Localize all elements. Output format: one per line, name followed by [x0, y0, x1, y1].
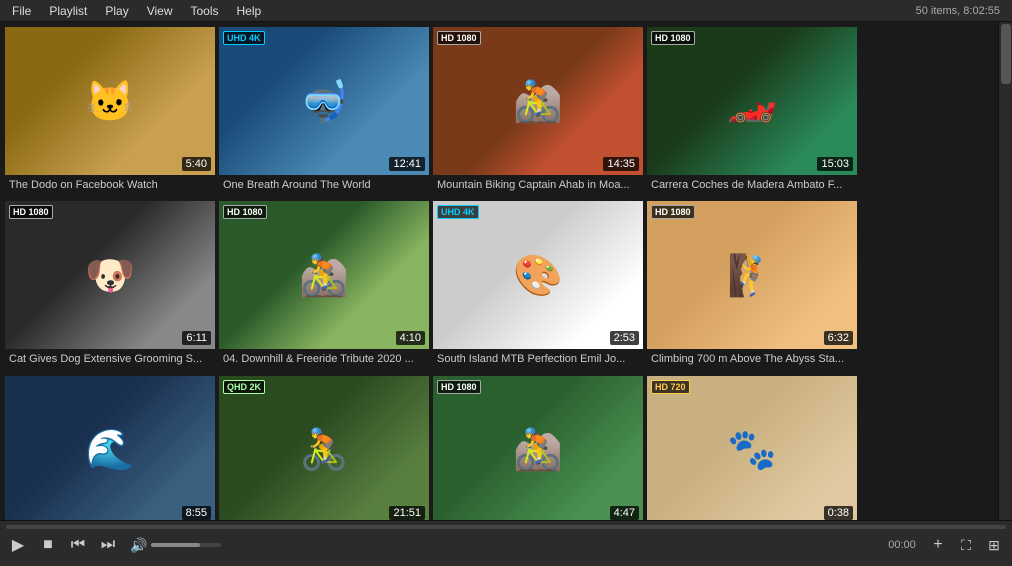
- thumb-container-8: 🌊8:55: [5, 376, 215, 520]
- menubar: File Playlist Play View Tools Help 50 it…: [0, 0, 1012, 22]
- quality-badge-1: UHD 4K: [223, 31, 265, 45]
- thumb-container-2: 🚵HD 1080 14:35: [433, 27, 643, 175]
- video-item-10[interactable]: 🚵HD 10804:4703. Downhill & Freeride Trib…: [432, 375, 642, 520]
- thumb-container-1: 🤿UHD 4K 12:41: [219, 27, 429, 175]
- duration-badge-9: 21:51: [389, 506, 425, 520]
- video-item-7[interactable]: 🧗HD 1080 6:32 Climbing 700 m Above The Aby…: [646, 200, 856, 370]
- duration-badge-3: 15:03: [817, 157, 853, 171]
- volume-fill: [151, 543, 200, 547]
- duration-badge-7: 6:32: [824, 331, 853, 345]
- thumb-bg-10: 🚵: [433, 376, 643, 520]
- next-button[interactable]: ⏭: [96, 533, 120, 557]
- video-item-2[interactable]: 🚵HD 1080 14:35 Mountain Biking Captain Aha…: [432, 26, 642, 196]
- menu-file[interactable]: File: [4, 2, 39, 20]
- thumb-container-10: 🚵HD 1080 4:47: [433, 376, 643, 520]
- menu-view[interactable]: View: [139, 2, 181, 20]
- quality-badge-3: HD 1080: [651, 31, 695, 45]
- progress-bar[interactable]: [6, 525, 1006, 529]
- quality-badge-11: HD 720: [651, 380, 690, 394]
- play-button[interactable]: ▶: [6, 533, 30, 557]
- thumb-bg-0: 🐱: [5, 27, 215, 175]
- fullscreen-button[interactable]: ⛶: [954, 533, 978, 557]
- quality-badge-2: HD 1080: [437, 31, 481, 45]
- playlist-area[interactable]: 🐱5:40The Dodo on Facebook Watch🤿UHD 4K12…: [0, 22, 998, 520]
- quality-badge-10: HD 1080: [437, 380, 481, 394]
- video-item-1[interactable]: 🤿UHD 4K 12:41 One Breath Around The World: [218, 26, 428, 196]
- video-title-2: Mountain Biking Captain Ahab in Moa...: [433, 175, 641, 195]
- video-item-4[interactable]: 🐶HD 1080 6:11 Cat Gives Dog Extensive Groo…: [4, 200, 214, 370]
- thumb-bg-9: 🚴: [219, 376, 429, 520]
- thumb-container-7: 🧗HD 1080 6:32: [647, 201, 857, 349]
- video-item-6[interactable]: 🎨UHD 4K 2:53 South Island MTB Perfection E…: [432, 200, 642, 370]
- thumb-container-6: 🎨UHD 4K 2:53: [433, 201, 643, 349]
- quality-badge-6: UHD 4K: [437, 205, 479, 219]
- duration-badge-1: 12:41: [389, 157, 425, 171]
- thumb-container-4: 🐶HD 1080 6:11: [5, 201, 215, 349]
- quality-badge-9: QHD 2K: [223, 380, 265, 394]
- video-item-3[interactable]: 🏎️HD 1080 15:03 Carrera Coches de Madera A…: [646, 26, 856, 196]
- duration-badge-2: 14:35: [603, 157, 639, 171]
- menu-items: File Playlist Play View Tools Help: [4, 2, 269, 20]
- quality-badge-7: HD 1080: [651, 205, 695, 219]
- main-area: 🐱5:40The Dodo on Facebook Watch🤿UHD 4K12…: [0, 22, 1012, 520]
- thumb-bg-4: 🐶: [5, 201, 215, 349]
- thumb-bg-3: 🏎️: [647, 27, 857, 175]
- progress-row: [6, 525, 1006, 529]
- thumb-container-5: 🚵HD 1080 4:10: [219, 201, 429, 349]
- thumb-container-3: 🏎️HD 1080 15:03: [647, 27, 857, 175]
- quality-badge-4: HD 1080: [9, 205, 53, 219]
- thumb-container-9: 🚴QHD 2K 21:51: [219, 376, 429, 520]
- stop-button[interactable]: ■: [36, 533, 60, 557]
- duration-badge-10: 4:47: [610, 506, 639, 520]
- scrollbar[interactable]: [998, 22, 1012, 520]
- video-title-0: The Dodo on Facebook Watch: [5, 175, 213, 195]
- scroll-thumb[interactable]: [1001, 24, 1011, 84]
- duration-badge-11: 0:38: [824, 506, 853, 520]
- controls: ▶ ■ ⏮ ⏭ 🔊 00:00 + ⛶ ⊞: [0, 520, 1012, 566]
- video-title-3: Carrera Coches de Madera Ambato F...: [647, 175, 855, 195]
- thumb-container-11: 🐾HD 720 0:38: [647, 376, 857, 520]
- menu-tools[interactable]: Tools: [183, 2, 227, 20]
- menu-playlist[interactable]: Playlist: [41, 2, 95, 20]
- prev-button[interactable]: ⏮: [66, 533, 90, 557]
- thumb-bg-5: 🚵: [219, 201, 429, 349]
- video-title-1: One Breath Around The World: [219, 175, 427, 195]
- duration-badge-6: 2:53: [610, 331, 639, 345]
- video-item-8[interactable]: 🌊8:5520 m Waves- biggest STORM in the ..…: [4, 375, 214, 520]
- duration-badge-8: 8:55: [182, 506, 211, 520]
- thumb-bg-6: 🎨: [433, 201, 643, 349]
- item-count: 50 items, 8:02:55: [916, 5, 1008, 17]
- thumb-bg-11: 🐾: [647, 376, 857, 520]
- duration-badge-4: 6:11: [182, 331, 211, 345]
- video-title-4: Cat Gives Dog Extensive Grooming S...: [5, 349, 213, 369]
- thumb-bg-2: 🚵: [433, 27, 643, 175]
- buttons-row: ▶ ■ ⏮ ⏭ 🔊 00:00 + ⛶ ⊞: [6, 533, 1006, 557]
- thumb-container-0: 🐱5:40: [5, 27, 215, 175]
- video-title-7: Climbing 700 m Above The Abyss Sta...: [647, 349, 855, 369]
- thumb-bg-8: 🌊: [5, 376, 215, 520]
- video-item-5[interactable]: 🚵HD 1080 4:10 04. Downhill & Freeride Trib…: [218, 200, 428, 370]
- volume-area: 🔊: [130, 537, 221, 554]
- menu-play[interactable]: Play: [97, 2, 136, 20]
- video-item-0[interactable]: 🐱5:40The Dodo on Facebook Watch: [4, 26, 214, 196]
- duration-badge-5: 4:10: [396, 331, 425, 345]
- quality-badge-5: HD 1080: [223, 205, 267, 219]
- video-item-9[interactable]: 🚴QHD 2K21:51Final run #1 MAXIAVALANCHE A…: [218, 375, 428, 520]
- menu-help[interactable]: Help: [229, 2, 270, 20]
- video-title-5: 04. Downhill & Freeride Tribute 2020 ...: [219, 349, 427, 369]
- video-item-11[interactable]: 🐾HD 7200:38Adorable Friendship Between C…: [646, 375, 856, 520]
- time-display: 00:00: [882, 539, 922, 551]
- volume-icon[interactable]: 🔊: [130, 537, 147, 554]
- right-controls: 00:00 + ⛶ ⊞: [882, 533, 1006, 557]
- duration-badge-0: 5:40: [182, 157, 211, 171]
- thumb-bg-1: 🤿: [219, 27, 429, 175]
- plus-button[interactable]: +: [926, 533, 950, 557]
- thumb-bg-7: 🧗: [647, 201, 857, 349]
- video-title-6: South Island MTB Perfection Emil Jo...: [433, 349, 641, 369]
- volume-slider[interactable]: [151, 543, 221, 547]
- extend-button[interactable]: ⊞: [982, 533, 1006, 557]
